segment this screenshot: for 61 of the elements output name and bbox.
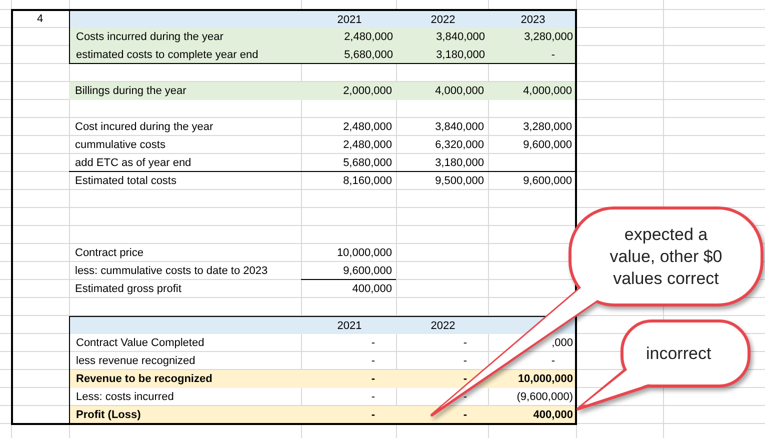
- table-cell-text: 9,600,000: [523, 174, 573, 188]
- table-cell-text: -: [463, 372, 468, 386]
- table-cell-text: 4,000,000: [523, 84, 573, 98]
- table-cell-text: -: [371, 390, 376, 404]
- row-label: Estimated total costs: [75, 174, 176, 188]
- row-label: Less: costs incurred: [76, 390, 174, 404]
- table-cell-text: 6,320,000: [435, 138, 485, 152]
- table-cell-text: -: [371, 408, 376, 422]
- table-cell-text: 3,840,000: [436, 30, 486, 44]
- column-header: 2022: [430, 318, 456, 332]
- table-cell-text: -: [463, 390, 468, 404]
- callout-text: expected a value, other $0 values correct: [608, 224, 724, 290]
- table-cell-text: 400,000: [352, 282, 393, 296]
- row-label: Profit (Loss): [76, 408, 141, 422]
- table-cell-text: 5,680,000: [344, 48, 394, 62]
- table-cell-text: 3,840,000: [435, 120, 485, 134]
- row-label: Costs incurred during the year: [76, 30, 224, 44]
- table-cell-text: -: [371, 336, 376, 350]
- row-label: less: cummulative costs to date to 2023: [75, 264, 268, 278]
- table-cell-text: 400,000: [533, 408, 574, 422]
- column-header: 2022: [430, 12, 456, 26]
- table-cell-text: -: [551, 354, 556, 368]
- row-label: Estimated gross profit: [75, 282, 182, 296]
- table-cell-text: 9,600,000: [523, 138, 573, 152]
- row-label: estimated costs to complete year end: [76, 48, 258, 62]
- table-cell-text: (9,600,000): [516, 390, 574, 404]
- column-header: 2021: [337, 12, 362, 26]
- table-cell-text: -: [463, 354, 468, 368]
- row-number: 4: [36, 12, 44, 27]
- table-cell-text: 3,280,000: [523, 120, 573, 134]
- table-cell-text: 3,280,000: [524, 30, 574, 44]
- callout-text: incorrect: [646, 343, 712, 365]
- row-label: less revenue recognized: [76, 354, 196, 368]
- table-cell-text: -: [551, 48, 556, 62]
- table-cell-text: 3,180,000: [435, 156, 485, 170]
- table-cell-text: -: [371, 372, 376, 386]
- row-label: Billings during the year: [75, 84, 186, 98]
- table-cell-text: 9,600,000: [343, 264, 393, 278]
- table-cell-text: 3,180,000: [436, 48, 486, 62]
- table-cell-text: 2,480,000: [344, 30, 394, 44]
- table-cell-text: 9,500,000: [435, 174, 485, 188]
- row-label: Contract price: [75, 246, 144, 260]
- row-label: Revenue to be recognized: [76, 372, 212, 386]
- column-header: 2023: [520, 12, 546, 26]
- column-header: 2021: [337, 318, 362, 332]
- table-cell-text: ,000: [552, 336, 574, 350]
- row-label: Contract Value Completed: [76, 336, 204, 350]
- table-cell-text: 4,000,000: [435, 84, 485, 98]
- table-cell-text: 2,000,000: [343, 84, 393, 98]
- table-cell-text: 10,000,000: [336, 246, 393, 260]
- row-label: add ETC as of year end: [75, 156, 192, 170]
- table-cell-text: 10,000,000: [518, 372, 574, 386]
- table-cell-text: -: [463, 336, 468, 350]
- table-cell-text: 2,480,000: [343, 138, 393, 152]
- row-label: cummulative costs: [75, 138, 166, 152]
- row-label: Cost incured during the year: [75, 120, 214, 134]
- table-cell-text: 2,480,000: [343, 120, 393, 134]
- table-cell-text: 5,680,000: [343, 156, 393, 170]
- table-cell-text: -: [463, 408, 468, 422]
- table-cell-text: 8,160,000: [343, 174, 393, 188]
- table-cell-text: -: [371, 354, 376, 368]
